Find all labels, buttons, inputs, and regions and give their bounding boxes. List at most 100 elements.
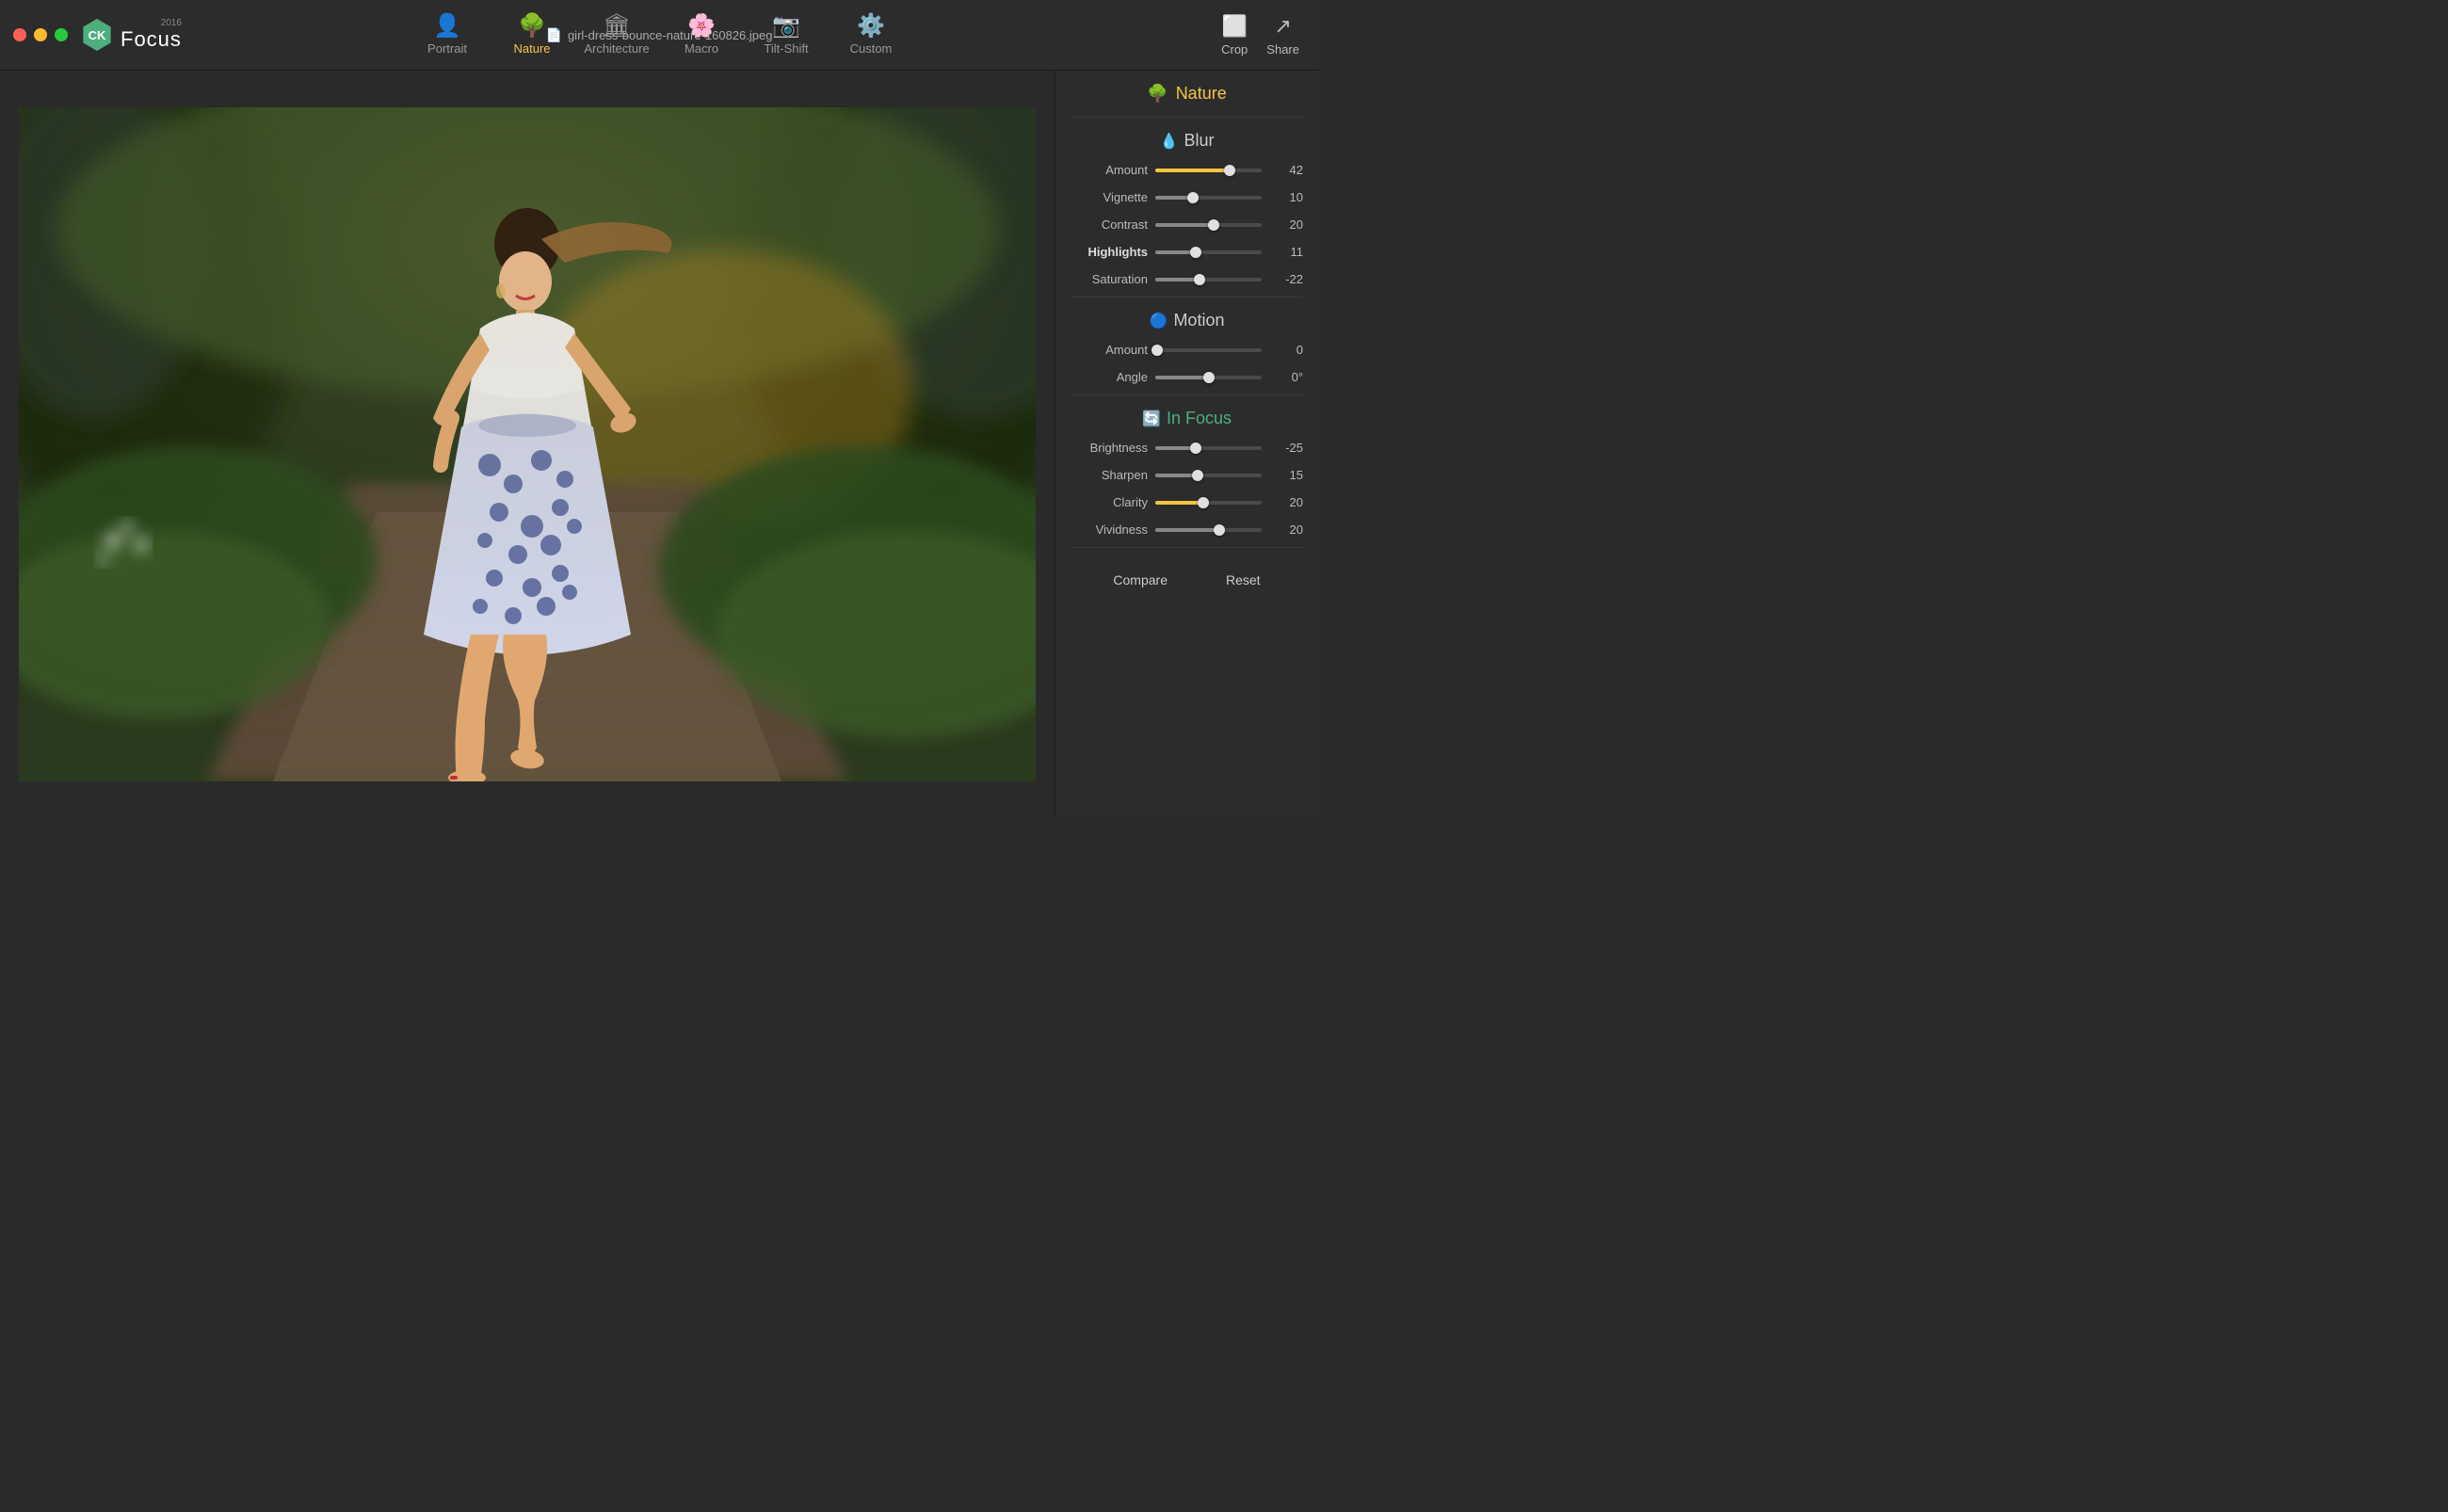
saturation-track[interactable] — [1155, 278, 1262, 281]
vividness-value: 20 — [1269, 523, 1303, 537]
motion-icon: 🔵 — [1150, 312, 1168, 330]
reset-button[interactable]: Reset — [1211, 567, 1276, 593]
highlights-thumb[interactable] — [1190, 247, 1201, 258]
bottom-buttons: Compare Reset — [1055, 552, 1318, 601]
blur-title: Blur — [1184, 131, 1214, 151]
sharpen-track[interactable] — [1155, 474, 1262, 477]
vividness-row: Vividness 20 — [1055, 516, 1318, 543]
angle-thumb[interactable] — [1203, 372, 1215, 383]
nature-section-header: 🌳 Nature — [1055, 71, 1318, 113]
contrast-row: Contrast 20 — [1055, 211, 1318, 238]
architecture-icon: 🏛 — [603, 15, 631, 38]
motion-amount-track[interactable] — [1155, 348, 1262, 352]
custom-icon: ⚙️ — [857, 15, 885, 38]
clarity-track[interactable] — [1155, 501, 1262, 505]
blur-amount-track[interactable] — [1155, 169, 1262, 172]
tab-tiltshift[interactable]: 📷 Tilt-Shift — [744, 0, 829, 71]
brightness-label: Brightness — [1071, 441, 1148, 455]
canvas-area — [0, 71, 1055, 817]
blur-amount-row: Amount 42 — [1055, 156, 1318, 184]
clarity-value: 20 — [1269, 495, 1303, 509]
vignette-thumb[interactable] — [1187, 192, 1199, 203]
sharpen-label: Sharpen — [1071, 468, 1148, 482]
divider-3 — [1071, 394, 1303, 395]
brightness-thumb[interactable] — [1190, 442, 1201, 454]
vividness-thumb[interactable] — [1214, 524, 1225, 536]
minimize-button[interactable] — [34, 28, 47, 41]
clarity-fill — [1155, 501, 1203, 505]
vignette-track[interactable] — [1155, 196, 1262, 200]
angle-label: Angle — [1071, 370, 1148, 384]
share-icon: ↗ — [1274, 14, 1291, 39]
highlights-label: Highlights — [1071, 245, 1148, 259]
maximize-button[interactable] — [55, 28, 68, 41]
saturation-thumb[interactable] — [1194, 274, 1205, 285]
crop-button[interactable]: ⬜ Crop — [1221, 14, 1248, 56]
macro-icon: 🌸 — [687, 15, 716, 38]
tab-custom[interactable]: ⚙️ Custom — [829, 0, 913, 71]
contrast-label: Contrast — [1071, 217, 1148, 232]
contrast-value: 20 — [1269, 217, 1303, 232]
sharpen-value: 15 — [1269, 468, 1303, 482]
motion-amount-label: Amount — [1071, 343, 1148, 357]
nature-title: Nature — [1176, 84, 1227, 104]
contrast-fill — [1155, 223, 1214, 227]
crop-icon: ⬜ — [1222, 14, 1248, 39]
compare-button[interactable]: Compare — [1098, 567, 1183, 593]
infocus-section-header: 🔄 In Focus — [1055, 399, 1318, 434]
right-panel: 🌳 Nature 💧 Blur Amount 42 Vignette 10 — [1055, 71, 1318, 817]
blur-amount-fill — [1155, 169, 1230, 172]
nav-tabs-container: 👤 Portrait 🌳 Nature 🏛 Architecture 🌸 Mac… — [188, 0, 1130, 71]
photo-canvas — [19, 107, 1036, 781]
portrait-icon: 👤 — [433, 15, 461, 38]
tab-portrait[interactable]: 👤 Portrait — [405, 0, 490, 71]
brightness-row: Brightness -25 — [1055, 434, 1318, 461]
highlights-value: 11 — [1269, 245, 1303, 259]
tiltshift-icon: 📷 — [772, 15, 800, 38]
window-controls — [13, 28, 68, 41]
clarity-label: Clarity — [1071, 495, 1148, 509]
highlights-row: Highlights 11 — [1055, 238, 1318, 265]
brightness-track[interactable] — [1155, 446, 1262, 450]
infocus-title: In Focus — [1167, 409, 1232, 428]
blur-amount-label: Amount — [1071, 163, 1148, 177]
main-layout: 🌳 Nature 💧 Blur Amount 42 Vignette 10 — [0, 71, 1318, 817]
motion-amount-row: Amount 0 — [1055, 336, 1318, 363]
blur-amount-thumb[interactable] — [1224, 165, 1235, 176]
share-button[interactable]: ↗ Share — [1266, 14, 1299, 56]
vignette-label: Vignette — [1071, 190, 1148, 204]
contrast-thumb[interactable] — [1208, 219, 1219, 231]
sharpen-thumb[interactable] — [1192, 470, 1203, 481]
motion-section-header: 🔵 Motion — [1055, 301, 1318, 336]
contrast-track[interactable] — [1155, 223, 1262, 227]
divider-2 — [1071, 297, 1303, 298]
photo-svg — [19, 107, 1036, 781]
tab-nature[interactable]: 🌳 Nature — [490, 0, 574, 71]
motion-amount-value: 0 — [1269, 343, 1303, 357]
titlebar: CK 2016 Focus 📄 girl-dress-bounce-nature… — [0, 0, 1318, 71]
highlights-track[interactable] — [1155, 250, 1262, 254]
infocus-icon: 🔄 — [1142, 410, 1161, 428]
motion-title: Motion — [1173, 311, 1224, 330]
saturation-label: Saturation — [1071, 272, 1148, 286]
tab-architecture[interactable]: 🏛 Architecture — [574, 0, 659, 71]
clarity-row: Clarity 20 — [1055, 489, 1318, 516]
brightness-value: -25 — [1269, 441, 1303, 455]
nature-icon: 🌳 — [518, 15, 546, 38]
divider-1 — [1071, 117, 1303, 118]
close-button[interactable] — [13, 28, 26, 41]
logo-icon: CK — [81, 19, 113, 51]
angle-track[interactable] — [1155, 376, 1262, 379]
vignette-row: Vignette 10 — [1055, 184, 1318, 211]
motion-amount-thumb[interactable] — [1152, 345, 1163, 356]
vignette-value: 10 — [1269, 190, 1303, 204]
blur-icon: 💧 — [1160, 132, 1179, 151]
vividness-track[interactable] — [1155, 528, 1262, 532]
angle-value: 0° — [1269, 370, 1303, 384]
vividness-fill — [1155, 528, 1219, 532]
saturation-row: Saturation -22 — [1055, 265, 1318, 293]
right-toolbar: ⬜ Crop ↗ Share — [1221, 0, 1299, 71]
blur-section-header: 💧 Blur — [1055, 121, 1318, 156]
tab-macro[interactable]: 🌸 Macro — [659, 0, 744, 71]
clarity-thumb[interactable] — [1198, 497, 1209, 508]
